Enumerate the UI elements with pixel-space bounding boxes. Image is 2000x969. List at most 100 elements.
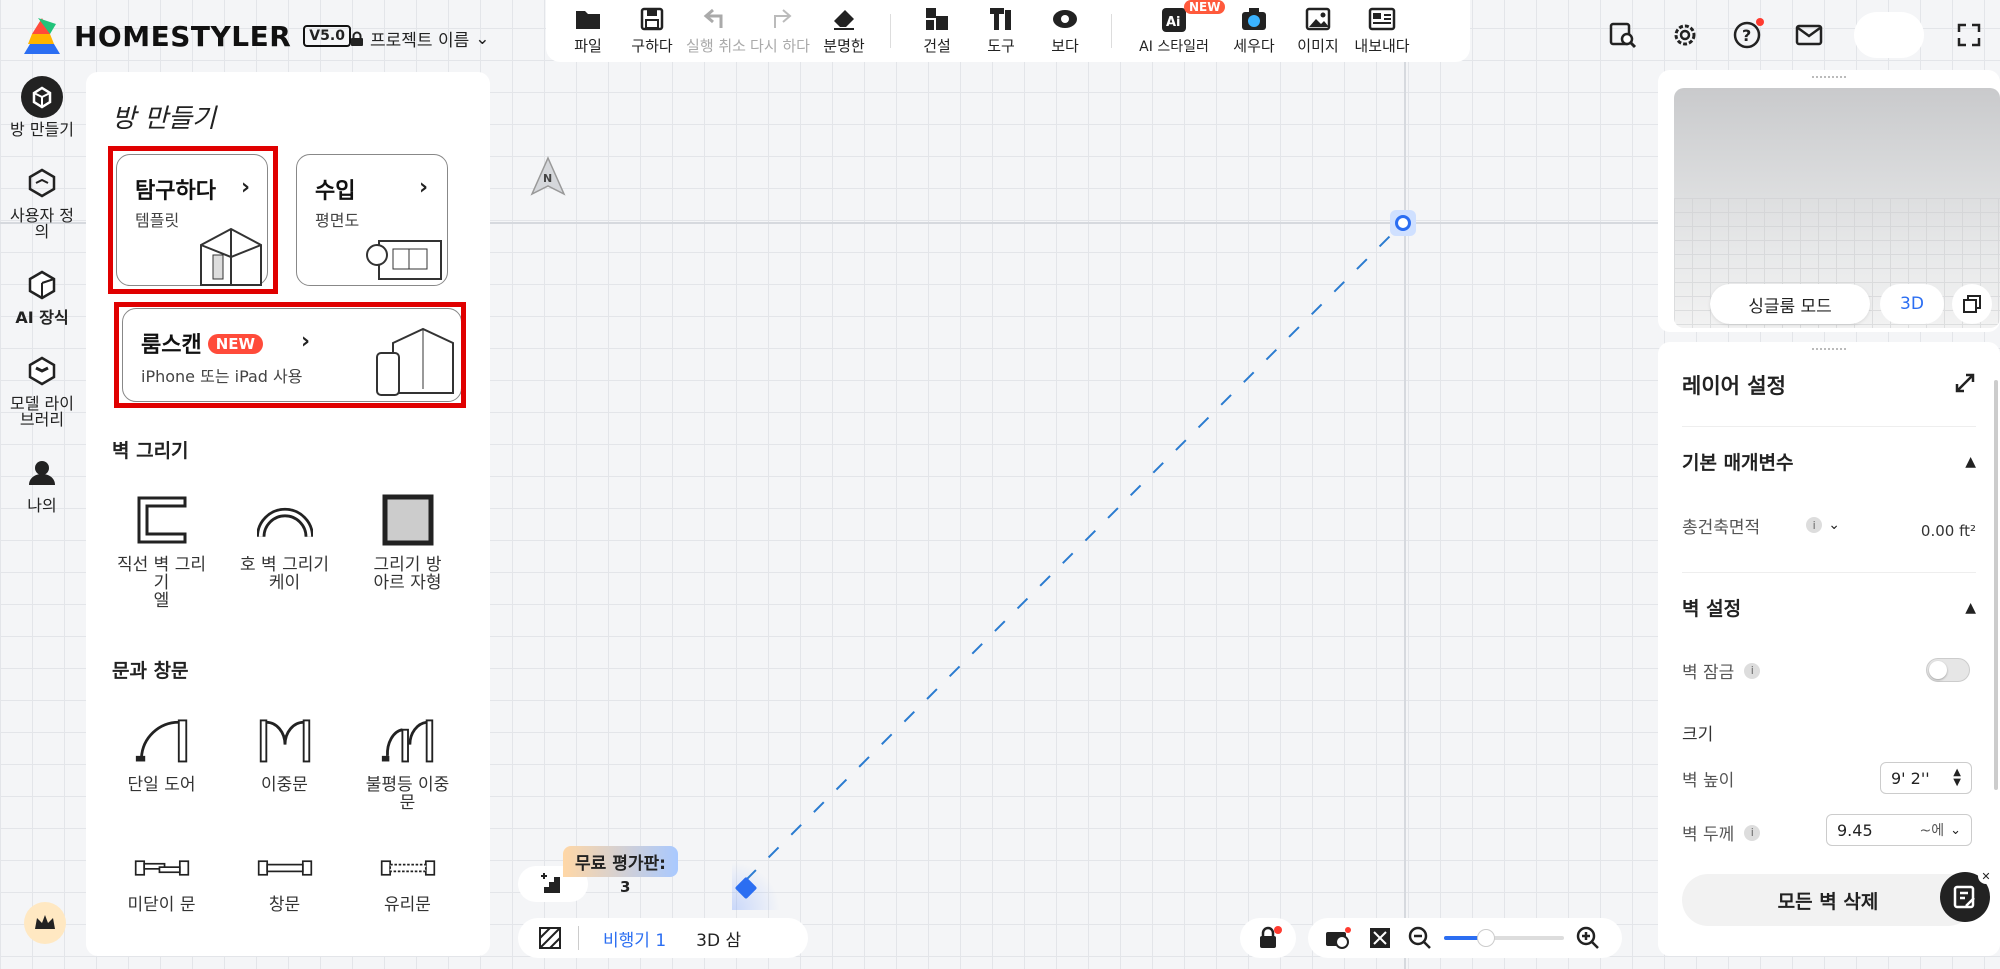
single-door-tool[interactable]: 단일 도어 <box>100 712 223 812</box>
tool-label: 불평등 이중 문 <box>365 775 450 813</box>
view-3d-selector[interactable]: 3D 삼 <box>696 926 741 951</box>
view-label: 보다 <box>1051 37 1079 55</box>
wall-height-label: 벽 높이 <box>1682 771 1735 791</box>
sliding-door-tool[interactable]: 미닫이 문 <box>100 848 223 914</box>
rail-item-create-room[interactable]: 방 만들기 <box>0 76 84 138</box>
clear-button[interactable]: 분명한 <box>812 5 876 56</box>
redo-button[interactable]: 다시 하다 <box>748 5 812 56</box>
drag-handle[interactable] <box>1812 348 1846 352</box>
highlight-box <box>108 146 278 294</box>
fit-view-icon[interactable] <box>1368 926 1392 950</box>
expand-panel-icon[interactable] <box>1954 372 1976 398</box>
import-floorplan-card[interactable]: 수입 › 평면도 <box>296 154 448 286</box>
window-tool[interactable]: 창문 <box>223 848 346 914</box>
compass-icon[interactable]: N <box>530 156 566 196</box>
info-icon[interactable]: i <box>1806 517 1823 533</box>
zoom-slider-knob[interactable] <box>1477 929 1495 947</box>
expand-icon <box>1957 23 1981 47</box>
customize-icon <box>21 162 63 204</box>
settings-button[interactable] <box>1668 18 1702 52</box>
popout-view-button[interactable] <box>1952 284 1992 324</box>
close-icon[interactable]: ✕ <box>1978 868 1994 884</box>
chevron-down-icon[interactable]: ⌄ <box>1828 517 1840 533</box>
render-button[interactable]: 세우다 <box>1222 5 1286 56</box>
arc-wall-tool[interactable]: 호 벽 그리기 케이 <box>223 492 346 610</box>
double-door-icon <box>259 719 310 763</box>
feedback-button[interactable]: ✕ <box>1940 868 1994 922</box>
wall-settings-header[interactable]: 벽 설정 ▲ <box>1682 594 1976 621</box>
zoom-in-icon[interactable] <box>1576 926 1600 950</box>
delete-all-walls-button[interactable]: 모든 벽 삭제 <box>1682 874 1974 926</box>
ai-styler-button[interactable]: NEW Ai AI 스타일러 <box>1126 0 1226 56</box>
lock-canvas-button[interactable] <box>1240 918 1296 958</box>
rail-label: 방 만들기 <box>10 120 74 139</box>
project-name-dropdown[interactable]: 프로젝트 이름 ⌄ <box>350 26 490 51</box>
drag-handle[interactable] <box>1812 76 1846 80</box>
total-area-value: 0.00 ft² <box>1920 522 1976 540</box>
help-button[interactable]: ? <box>1730 18 1764 52</box>
floor-material-icon[interactable] <box>538 926 562 950</box>
file-button[interactable]: 파일 <box>556 5 620 56</box>
camera-view-icon[interactable] <box>1324 926 1352 950</box>
tool-label: 유리문 <box>384 895 431 915</box>
single-room-mode-button[interactable]: 싱글룸 모드 <box>1710 284 1870 324</box>
straight-wall-tool[interactable]: 직선 벽 그리기 엘 <box>100 492 223 610</box>
sliding-door-icon <box>134 860 189 876</box>
anchor-point-icon[interactable] <box>1390 210 1416 236</box>
info-icon[interactable]: i <box>1744 824 1761 841</box>
save-button[interactable]: 구하다 <box>620 5 684 56</box>
unit-dropdown[interactable]: ~에 <box>1919 820 1944 840</box>
tool-label: 직선 벽 그리기 엘 <box>116 555 206 611</box>
tools-button[interactable]: 도구 <box>969 5 1033 56</box>
view-button[interactable]: 보다 <box>1033 5 1097 56</box>
unequal-double-door-icon <box>381 719 433 763</box>
tool-label: 그리기 방 아르 자형 <box>373 555 442 593</box>
rail-label: 나의 <box>27 496 57 515</box>
3d-preview-panel: 싱글룸 모드 3D <box>1658 70 2000 332</box>
undo-label: 실행 취소 <box>686 37 746 55</box>
info-icon[interactable]: i <box>1744 662 1761 679</box>
export-button[interactable]: 내보내다 <box>1350 5 1414 56</box>
zoom-slider[interactable] <box>1444 929 1564 947</box>
svg-text:Ai: Ai <box>1166 15 1181 30</box>
main-toolbar: 파일 구하다 실행 취소 다시 하다 분명한 건설 도구 보다 NEW Ai A… <box>546 0 1470 62</box>
zoom-out-icon[interactable] <box>1408 926 1432 950</box>
search-catalog-button[interactable] <box>1606 18 1640 52</box>
unequal-double-door-tool[interactable]: 불평등 이중 문 <box>346 712 469 812</box>
wall-thickness-input[interactable]: 9.45 ~에 ⌄ <box>1826 814 1972 846</box>
fullscreen-button[interactable] <box>1952 18 1986 52</box>
double-door-tool[interactable]: 이중문 <box>223 712 346 812</box>
premium-crown-button[interactable] <box>24 902 66 944</box>
wall-height-input[interactable]: 9' 2'' ▲ ▼ <box>1880 762 1972 794</box>
panel-title: 방 만들기 <box>112 104 216 134</box>
toolbar-divider <box>890 14 891 48</box>
basic-params-header[interactable]: 기본 매개변수 ▲ <box>1682 448 1976 475</box>
glass-door-tool[interactable]: 유리문 <box>346 848 469 914</box>
scrollbar[interactable] <box>1994 380 1998 790</box>
draw-room-tool[interactable]: 그리기 방 아르 자형 <box>346 492 469 610</box>
undo-button[interactable]: 실행 취소 <box>684 5 748 56</box>
avatar[interactable] <box>1854 12 1924 58</box>
rail-item-model-library[interactable]: 모델 라이브러리 <box>0 350 84 428</box>
ai-styler-label: AI 스타일러 <box>1139 39 1209 55</box>
floorplan-roll-icon <box>366 240 442 280</box>
app-logo[interactable]: HOMESTYLER V5.0 <box>20 14 351 58</box>
floor-selector[interactable]: 비행기 1 <box>603 926 666 951</box>
rail-item-ai-decor[interactable]: AI 장식 <box>0 264 84 326</box>
build-button[interactable]: 건설 <box>905 5 969 56</box>
stepper-icon[interactable]: ▲ ▼ <box>1953 768 1961 788</box>
version-badge: V5.0 <box>303 25 351 47</box>
3d-mode-button[interactable]: 3D <box>1880 284 1944 324</box>
rectangle-room-icon <box>382 494 433 546</box>
rail-item-my[interactable]: 나의 <box>0 452 84 514</box>
wall-lock-toggle[interactable] <box>1926 658 1970 682</box>
image-button[interactable]: 이미지 <box>1286 5 1350 56</box>
rail-item-customize[interactable]: 사용자 정의 <box>0 162 84 240</box>
chevron-down-icon: ⌄ <box>475 28 490 49</box>
save-label: 구하다 <box>631 37 673 55</box>
3d-preview-viewport[interactable]: 싱글룸 모드 3D <box>1674 88 2000 328</box>
mail-button[interactable] <box>1792 18 1826 52</box>
eye-icon <box>1053 10 1077 28</box>
highlight-box <box>114 302 466 408</box>
stair-count: 3 <box>620 878 631 896</box>
